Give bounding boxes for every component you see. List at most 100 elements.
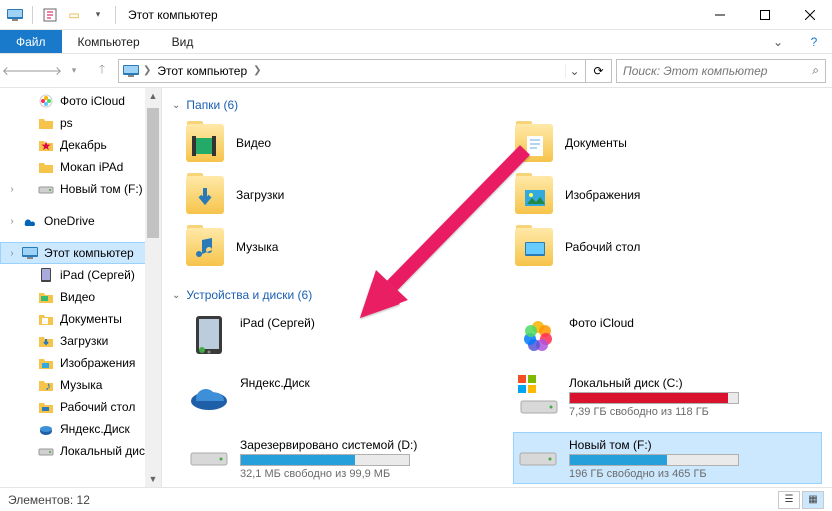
window-title: Этот компьютер [124,8,218,22]
folder-star-icon: ★ [38,137,54,153]
app-icon [4,4,26,26]
refresh-button[interactable]: ⟳ [586,59,612,83]
yadisk-icon [188,374,230,416]
folder-label: Загрузки [236,188,284,202]
folder-item[interactable]: Рабочий стол [513,224,822,270]
nav-item[interactable]: ps [0,112,161,134]
nav-item[interactable]: Документы [0,308,161,330]
svg-text:♪: ♪ [45,379,51,392]
drive-item[interactable]: Локальный диск (C:)7,39 ГБ свободно из 1… [513,370,822,422]
nav-item[interactable]: Изображения [0,352,161,374]
nav-item-label: Мокап iPAd [60,160,123,174]
drive-item[interactable]: Яндекс.Диск [184,370,493,422]
ribbon-tab-view[interactable]: Вид [156,30,210,53]
chevron-down-icon[interactable]: ⌄ [172,290,180,301]
downloads-icon [38,333,54,349]
capacity-bar [569,454,739,466]
qat-dropdown-icon[interactable]: ▾ [87,4,109,26]
folder-icon [38,115,54,131]
search-icon[interactable]: ⌕ [812,63,819,78]
video-icon [38,289,54,305]
nav-scrollbar[interactable]: ▲ ▼ [145,88,161,487]
qat-properties-icon[interactable] [39,4,61,26]
folder-item[interactable]: Видео [184,120,493,166]
close-button[interactable] [787,0,832,30]
nav-item-label: Рабочий стол [60,400,135,414]
capacity-bar [240,454,410,466]
drive-free-text: 7,39 ГБ свободно из 118 ГБ [569,406,818,418]
nav-item-label: Локальный диск ( [60,444,158,458]
photos-icon [38,93,54,109]
capacity-bar [569,392,739,404]
nav-item[interactable]: Фото iCloud [0,90,161,112]
nav-item[interactable]: Локальный диск ( [0,440,161,462]
forward-button[interactable]: 🡒 [34,59,58,83]
folder-item[interactable]: Изображения [513,172,822,218]
back-button[interactable]: 🡐 [6,59,30,83]
nav-item[interactable]: Загрузки [0,330,161,352]
folder-icon [38,159,54,175]
content-pane: ⌄ Папки (6) Видео Документы Загрузки Изобра… [162,88,832,487]
nav-item[interactable]: › Новый том (F:) [0,178,161,200]
up-button[interactable]: 🡑 [90,59,114,83]
nav-item[interactable]: ★Декабрь [0,134,161,156]
ribbon-expand-icon[interactable]: ⌄ [760,30,796,53]
group-header-drives[interactable]: ⌄ Устройства и диски (6) [172,288,822,302]
nav-item[interactable]: Рабочий стол [0,396,161,418]
file-tab[interactable]: Файл [0,30,62,53]
drive-item[interactable]: Фото iCloud [513,310,822,360]
chevron-down-icon[interactable]: ⌄ [172,100,180,111]
drive-icon [38,181,54,197]
docs-icon [38,311,54,327]
folder-item[interactable]: Загрузки [184,172,493,218]
nav-item[interactable]: Мокап iPAd [0,156,161,178]
folder-item[interactable]: Музыка [184,224,493,270]
nav-item-label: Новый том (F:) [60,182,143,196]
nav-item[interactable]: Яндекс.Диск [0,418,161,440]
drive-icon [188,436,230,478]
nav-item-label: Фото iCloud [60,94,125,108]
nav-item-label: Изображения [60,356,135,370]
nav-item-label: Видео [60,290,95,304]
qat-new-folder-icon[interactable]: ▭ [63,4,85,26]
expand-icon[interactable]: › [6,184,18,195]
breadcrumb-item[interactable]: Этот компьютер [153,64,251,78]
pc-icon [22,245,38,261]
ipad-icon [38,267,54,283]
drive-item[interactable]: Зарезервировано системой (D:)32,1 МБ сво… [184,432,493,484]
expand-icon[interactable]: › [6,248,18,259]
music-icon: ♪ [38,377,54,393]
scroll-thumb[interactable] [147,108,159,238]
tiles-view-button[interactable]: ▦ [802,491,824,509]
scroll-down-icon[interactable]: ▼ [145,471,161,487]
nav-item[interactable]: ♪Музыка [0,374,161,396]
search-input[interactable] [623,64,812,78]
images-icon [38,355,54,371]
ribbon-tab-computer[interactable]: Компьютер [62,30,156,53]
desktop-icon [38,399,54,415]
breadcrumb[interactable]: ❯ Этот компьютер ❯ ⌄ [118,59,586,83]
scroll-up-icon[interactable]: ▲ [145,88,161,104]
maximize-button[interactable] [742,0,787,30]
details-view-button[interactable]: ☰ [778,491,800,509]
recent-dropdown[interactable]: ▾ [62,59,86,83]
nav-item[interactable]: ›OneDrive [0,210,161,232]
expand-icon[interactable]: › [6,216,18,227]
nav-item-label: ps [60,116,73,130]
address-dropdown-icon[interactable]: ⌄ [565,64,583,78]
drive-item[interactable]: Новый том (F:)196 ГБ свободно из 465 ГБ [513,432,822,484]
chevron-right-icon[interactable]: ❯ [141,65,153,76]
titlebar: ▭ ▾ Этот компьютер [0,0,832,30]
chevron-right-icon[interactable]: ❯ [251,65,263,76]
nav-item[interactable]: ›Этот компьютер [0,242,161,264]
help-icon[interactable]: ? [796,30,832,53]
minimize-button[interactable] [697,0,742,30]
search-box[interactable]: ⌕ [616,59,826,83]
nav-item-label: iPad (Сергей) [60,268,135,282]
folder-item[interactable]: Документы [513,120,822,166]
nav-item[interactable]: Видео [0,286,161,308]
nav-item[interactable]: iPad (Сергей) [0,264,161,286]
group-header-folders[interactable]: ⌄ Папки (6) [172,98,822,112]
windrive-icon [517,374,559,416]
drive-item[interactable]: iPad (Сергей) [184,310,493,360]
